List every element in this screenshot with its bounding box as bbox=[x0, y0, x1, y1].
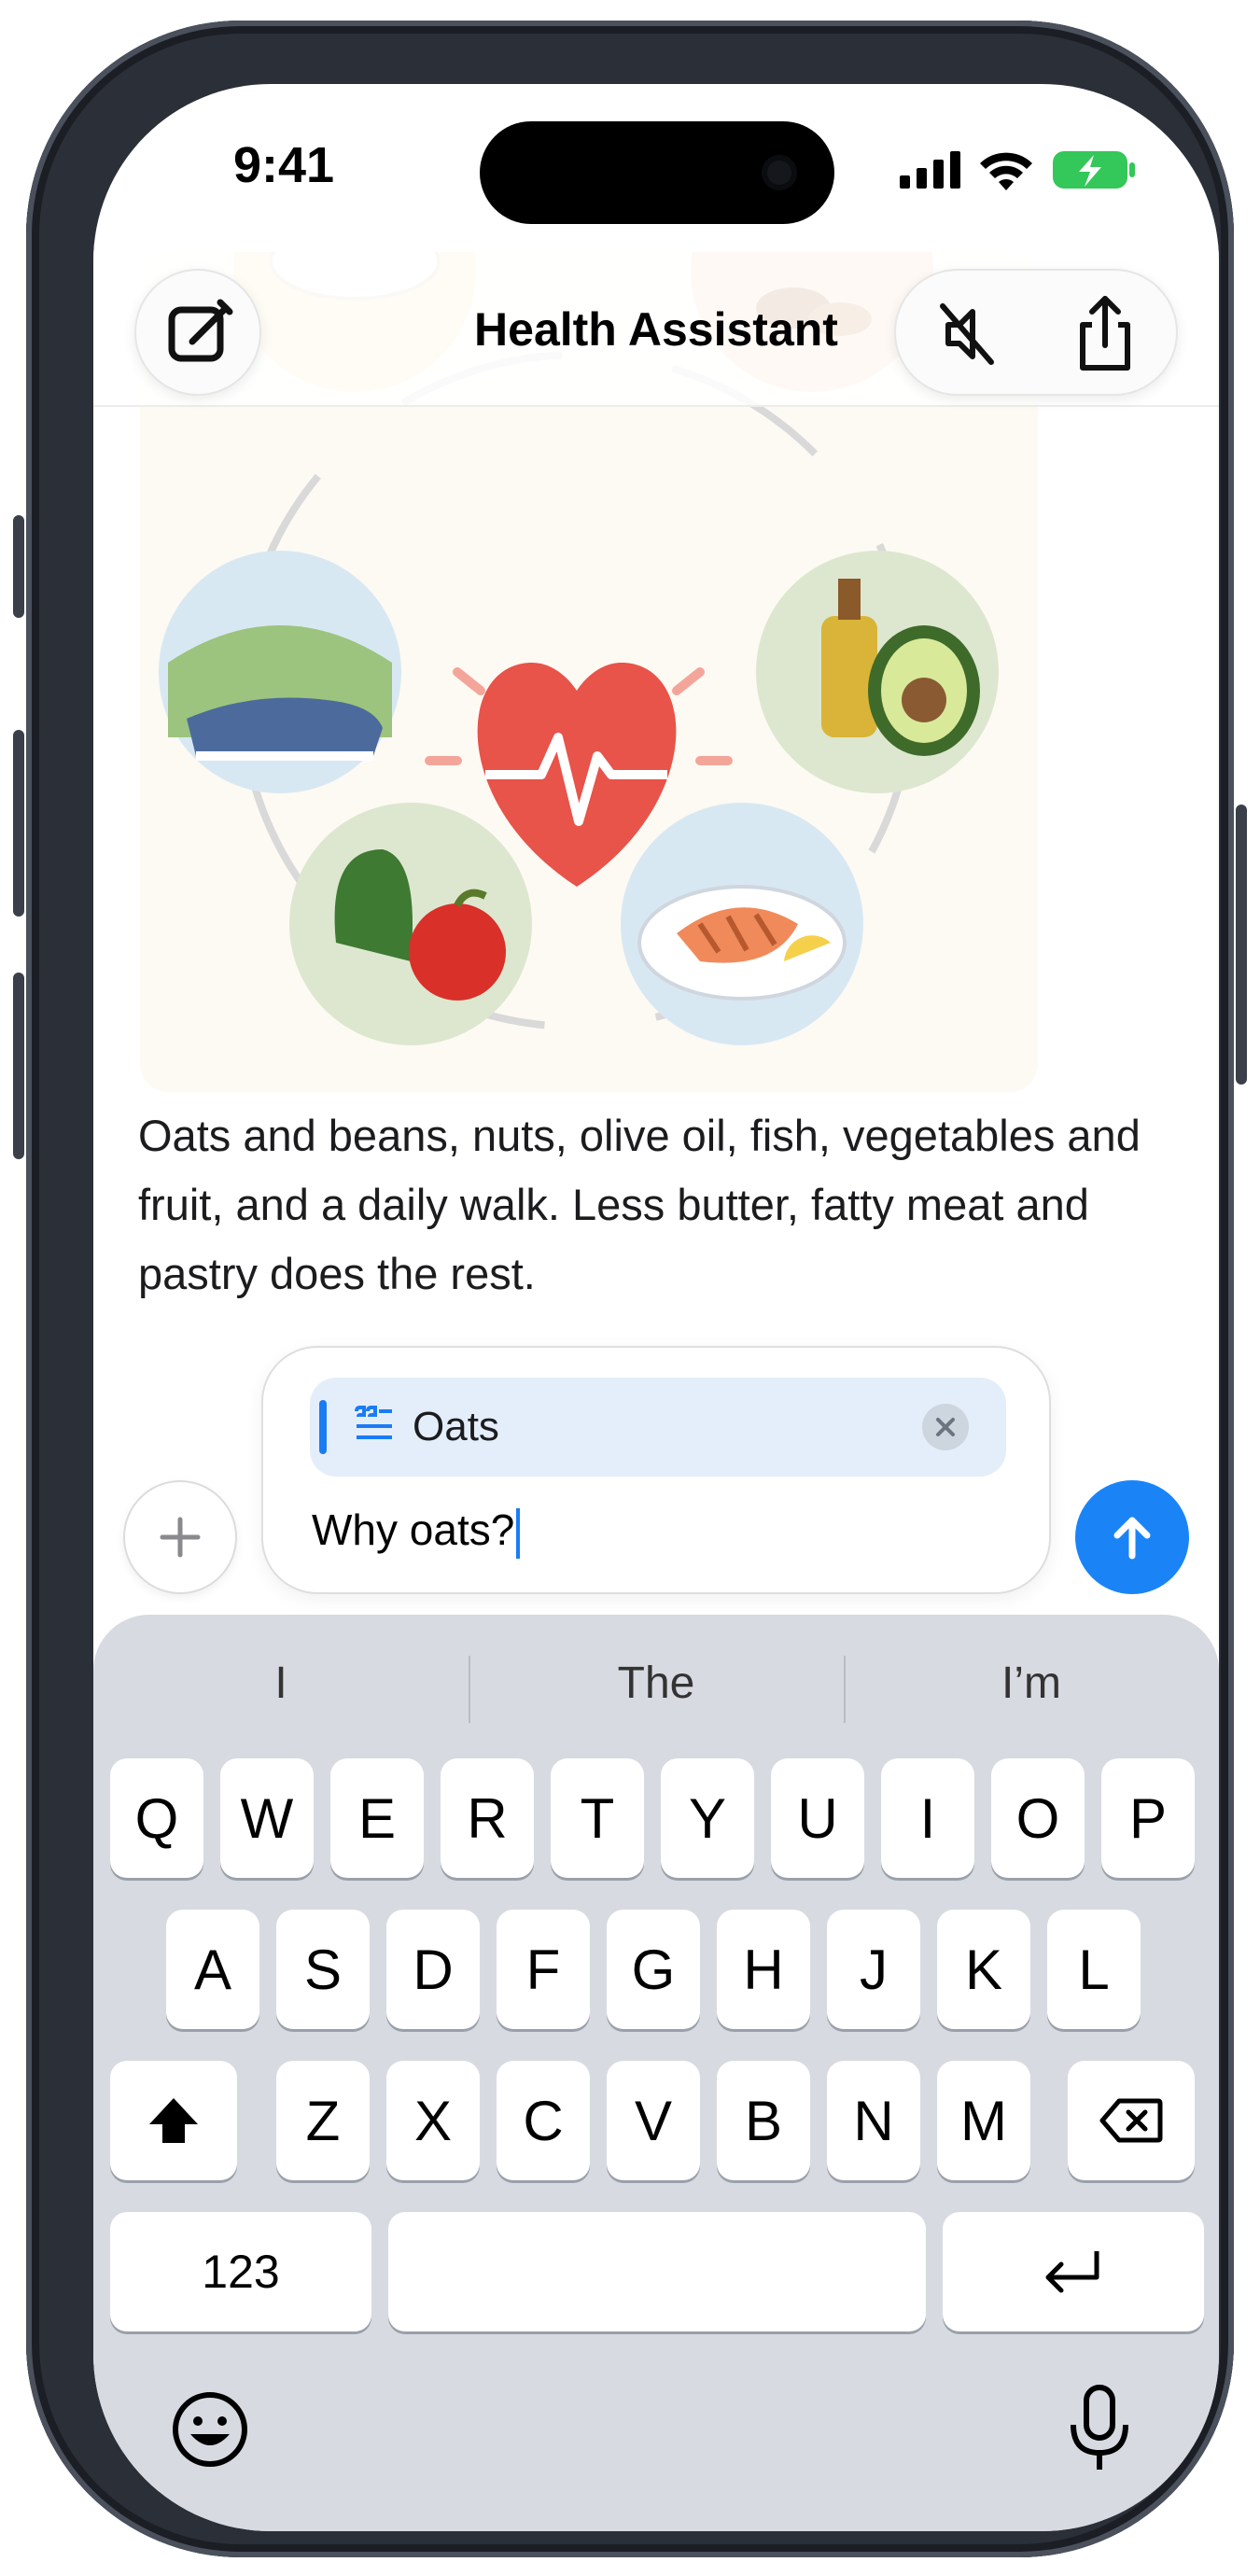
attach-button[interactable] bbox=[123, 1480, 237, 1594]
speaker-muted-icon[interactable] bbox=[930, 297, 1004, 371]
key-b[interactable]: B bbox=[717, 2061, 810, 2180]
emoji-icon[interactable] bbox=[170, 2389, 250, 2470]
send-button[interactable] bbox=[1075, 1480, 1189, 1594]
chat-header: Health Assistant bbox=[93, 243, 1219, 407]
wifi-icon bbox=[980, 152, 1032, 190]
power-button bbox=[1236, 805, 1247, 1085]
key-c[interactable]: C bbox=[497, 2061, 590, 2180]
key-q[interactable]: Q bbox=[110, 1758, 203, 1878]
key-f[interactable]: F bbox=[497, 1910, 590, 2029]
phone-frame: 9:41 Health Assistant Oats and beans, nu… bbox=[13, 21, 1247, 2557]
key-w[interactable]: W bbox=[220, 1758, 314, 1878]
key-r[interactable]: R bbox=[441, 1758, 534, 1878]
dynamic-island bbox=[480, 121, 834, 224]
shift-key[interactable] bbox=[110, 2061, 237, 2180]
key-o[interactable]: O bbox=[991, 1758, 1085, 1878]
volume-up-button bbox=[13, 730, 24, 917]
backspace-icon bbox=[1099, 2098, 1163, 2143]
key-e[interactable]: E bbox=[330, 1758, 424, 1878]
key-k[interactable]: K bbox=[937, 1910, 1030, 2029]
battery-charging-icon bbox=[1053, 151, 1135, 189]
key-h[interactable]: H bbox=[717, 1910, 810, 2029]
key-t[interactable]: T bbox=[551, 1758, 644, 1878]
key-d[interactable]: D bbox=[386, 1910, 480, 2029]
quote-chip-label: Oats bbox=[413, 1404, 499, 1449]
key-g[interactable]: G bbox=[607, 1910, 700, 2029]
close-icon bbox=[936, 1418, 955, 1436]
key-j[interactable]: J bbox=[827, 1910, 920, 2029]
key-a[interactable]: A bbox=[166, 1910, 259, 2029]
suggestion-3[interactable]: I’m bbox=[844, 1658, 1219, 1709]
predictive-bar: I The I’m bbox=[93, 1615, 1219, 1755]
quote-chip[interactable]: Oats bbox=[310, 1378, 1006, 1477]
volume-down-button bbox=[13, 973, 24, 1159]
key-i[interactable]: I bbox=[881, 1758, 974, 1878]
status-time: 9:41 bbox=[233, 137, 335, 193]
delete-key[interactable] bbox=[1068, 2061, 1195, 2180]
front-camera bbox=[762, 155, 797, 190]
microphone-icon[interactable] bbox=[1064, 2382, 1135, 2475]
numbers-key[interactable]: 123 bbox=[110, 2212, 371, 2331]
assistant-message: Oats and beans, nuts, olive oil, fish, v… bbox=[138, 1111, 1141, 1298]
status-icons bbox=[900, 149, 1137, 190]
keyboard: I The I’m Q W E R T Y U I O P A S D F G … bbox=[93, 1615, 1219, 2531]
plus-icon bbox=[160, 1517, 201, 1558]
key-v[interactable]: V bbox=[607, 2061, 700, 2180]
share-icon[interactable] bbox=[1068, 293, 1142, 375]
suggestion-2[interactable]: The bbox=[469, 1658, 844, 1709]
action-button bbox=[13, 515, 24, 618]
arrow-up-icon bbox=[1113, 1517, 1151, 1560]
shift-icon bbox=[149, 2098, 198, 2143]
return-key[interactable] bbox=[943, 2212, 1204, 2331]
key-n[interactable]: N bbox=[827, 2061, 920, 2180]
cellular-signal-icon bbox=[900, 151, 960, 189]
message-input-value: Why oats? bbox=[312, 1505, 515, 1554]
key-m[interactable]: M bbox=[937, 2061, 1030, 2180]
message-composer: Oats Why oats? bbox=[261, 1346, 1051, 1594]
return-icon bbox=[1045, 2251, 1099, 2293]
key-l[interactable]: L bbox=[1047, 1910, 1141, 2029]
key-u[interactable]: U bbox=[771, 1758, 864, 1878]
key-y[interactable]: Y bbox=[661, 1758, 754, 1878]
space-key[interactable] bbox=[388, 2212, 926, 2331]
header-actions bbox=[894, 269, 1178, 396]
suggestion-1[interactable]: I bbox=[93, 1658, 469, 1709]
quote-icon bbox=[355, 1406, 392, 1439]
text-caret bbox=[516, 1507, 521, 1559]
key-p[interactable]: P bbox=[1101, 1758, 1195, 1878]
message-input[interactable]: Why oats? bbox=[312, 1505, 521, 1559]
quote-chip-accent bbox=[319, 1400, 327, 1454]
remove-quote-button[interactable] bbox=[922, 1404, 969, 1450]
key-s[interactable]: S bbox=[276, 1910, 370, 2029]
key-z[interactable]: Z bbox=[276, 2061, 370, 2180]
screen: 9:41 Health Assistant Oats and beans, nu… bbox=[93, 84, 1219, 2531]
key-x[interactable]: X bbox=[386, 2061, 480, 2180]
